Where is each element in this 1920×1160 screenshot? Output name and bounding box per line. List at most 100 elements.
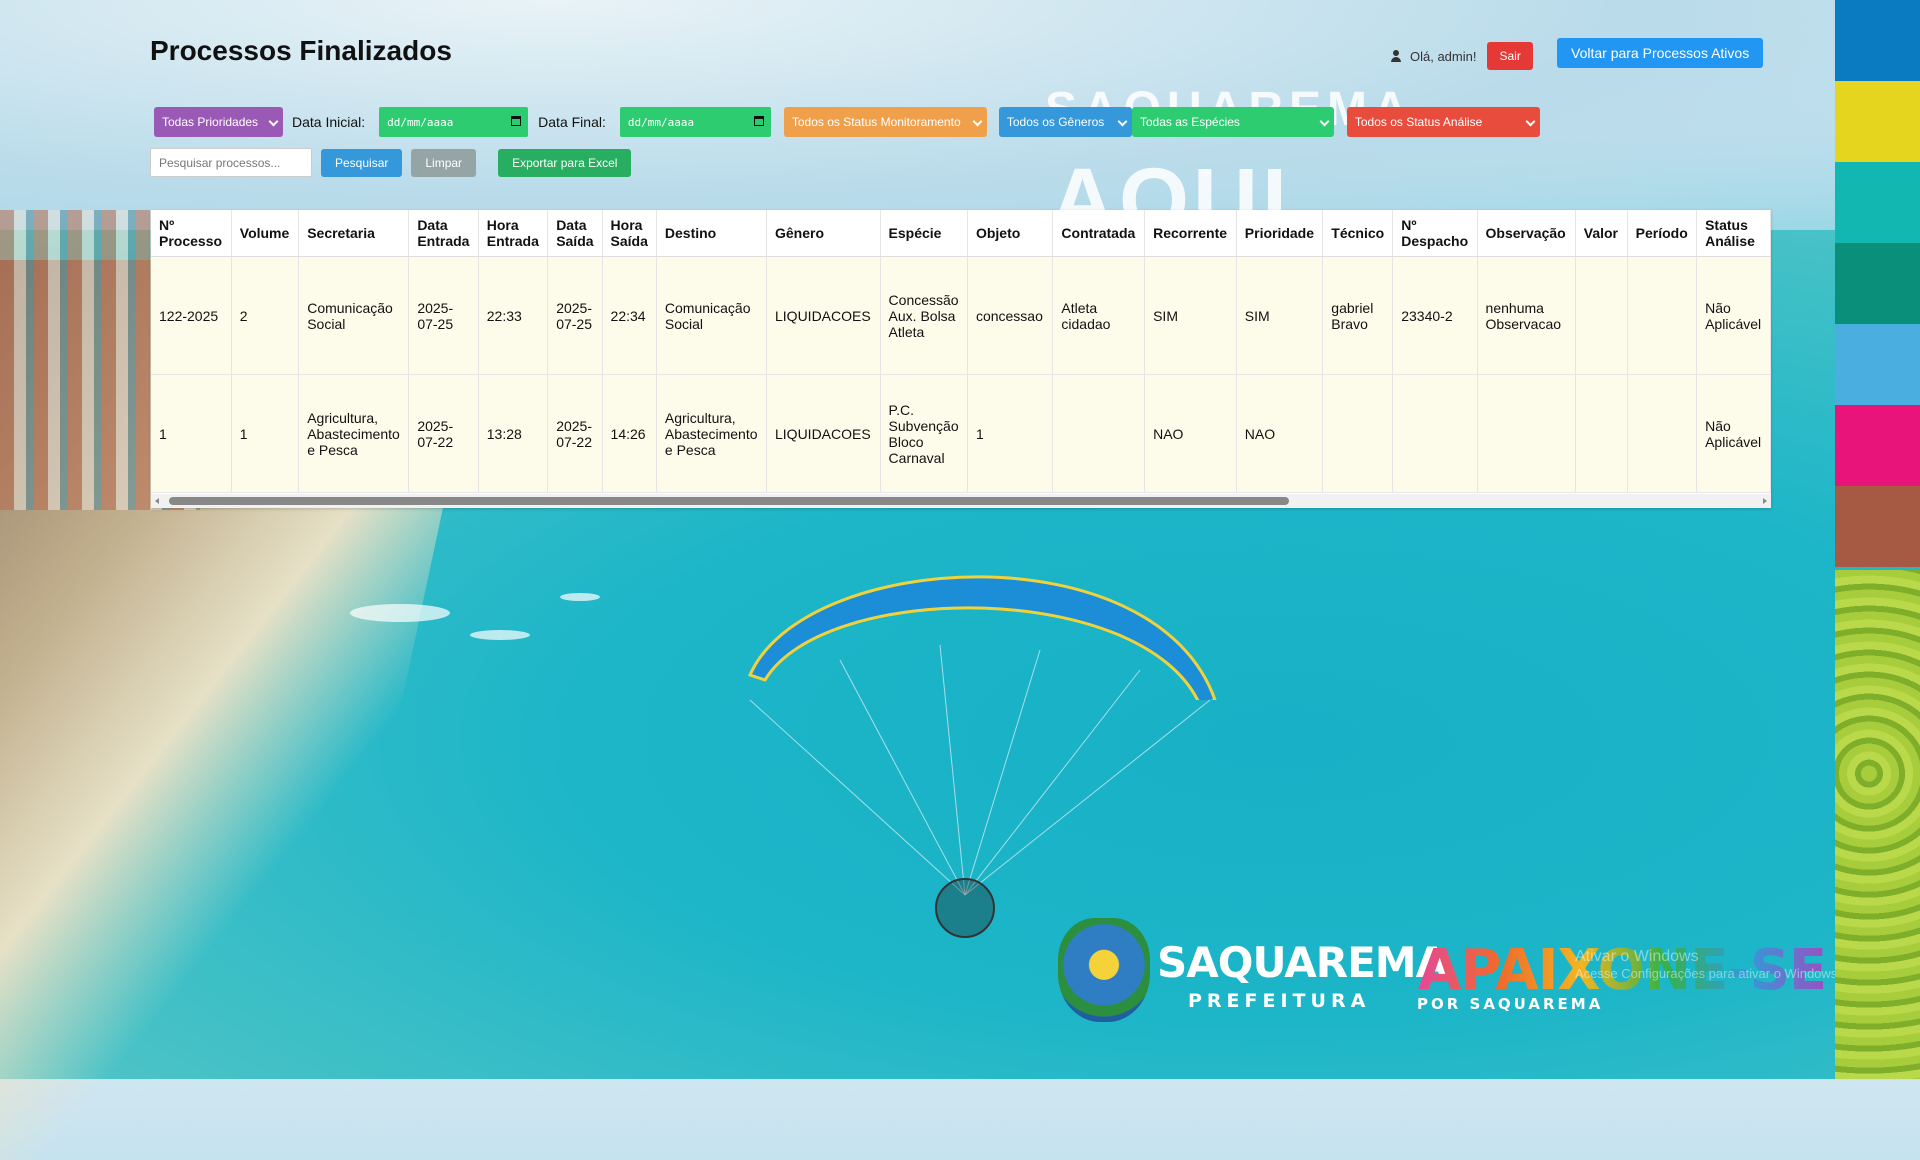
wave-foam	[350, 604, 450, 622]
processes-table: Nº Processo Volume Secretaria Data Entra…	[151, 210, 1771, 493]
table-cell: Agricultura, Abastecimento e Pesca	[656, 374, 768, 493]
analysis-status-select[interactable]: Todos os Status Análise	[1346, 107, 1540, 137]
table-cell: Não Aplicável	[1696, 256, 1771, 375]
user-greeting: Olá, admin!	[1410, 48, 1477, 64]
col-header: Observação	[1477, 210, 1576, 257]
table-cell: SIM	[1144, 256, 1237, 375]
table-cell: NAO	[1236, 374, 1324, 493]
end-date-value: dd/mm/aaaa	[627, 115, 695, 129]
start-date-input[interactable]: dd/mm/aaaa	[379, 107, 529, 137]
user-area: Olá, admin! Sair	[1390, 42, 1533, 70]
search-bar: Pesquisar processos... Pesquisar Limpar …	[150, 148, 632, 177]
strip-block	[1835, 486, 1920, 567]
col-header: Data Saída	[547, 210, 603, 257]
horizontal-scrollbar[interactable]	[151, 494, 1771, 508]
decorative-pattern	[1835, 570, 1920, 1079]
col-header: Secretaria	[298, 210, 410, 257]
table-cell: 22:34	[602, 256, 657, 375]
table-cell: LIQUIDACOES	[766, 256, 881, 375]
col-header: Hora Saída	[602, 210, 657, 257]
genres-select[interactable]: Todos os Gêneros	[998, 107, 1132, 137]
table-cell: Atleta cidadao	[1052, 256, 1146, 375]
col-header: Data Entrada	[408, 210, 479, 257]
table-cell: 2025-07-22	[547, 374, 603, 493]
col-header: Gênero	[766, 210, 881, 257]
prefeitura-seal-logo	[1058, 918, 1150, 1022]
table-cell: SIM	[1236, 256, 1324, 375]
table-cell	[1575, 374, 1628, 493]
table-cell: 2	[231, 256, 300, 375]
col-header: Prioridade	[1236, 210, 1324, 257]
export-excel-button[interactable]: Exportar para Excel	[498, 148, 632, 177]
search-button[interactable]: Pesquisar	[321, 148, 403, 177]
col-header: Valor	[1575, 210, 1628, 257]
col-header: Espécie	[880, 210, 968, 257]
calendar-icon[interactable]	[511, 116, 522, 126]
col-header: Destino	[656, 210, 768, 257]
col-header: Contratada	[1052, 210, 1146, 257]
page-title: Processos Finalizados	[150, 35, 452, 66]
chevron-down-icon	[268, 116, 279, 127]
end-date-input[interactable]: dd/mm/aaaa	[619, 107, 771, 137]
strip-block	[1835, 324, 1920, 405]
end-date-label: Data Final:	[538, 114, 606, 130]
table-cell: 122-2025	[151, 256, 232, 375]
species-select-value: Todas as Espécies	[1139, 115, 1240, 129]
table-cell: LIQUIDACOES	[766, 374, 881, 493]
table-row[interactable]: 122-2025 2 Comunicação Social 2025-07-25…	[151, 256, 1771, 375]
chevron-down-icon	[1319, 116, 1330, 127]
table-cell: Agricultura, Abastecimento e Pesca	[298, 374, 410, 493]
windows-activation-watermark: Ativar o Windows Acesse Configurações pa…	[1575, 948, 1841, 981]
table-header-row: Nº Processo Volume Secretaria Data Entra…	[151, 210, 1771, 257]
priority-select[interactable]: Todas Prioridades	[154, 107, 283, 137]
table-cell: P.C. Subvenção Bloco Carnaval	[880, 374, 968, 493]
table-cell: gabriel Bravo	[1322, 256, 1394, 375]
table-row[interactable]: 1 1 Agricultura, Abastecimento e Pesca 2…	[151, 374, 1771, 493]
col-header: Volume	[231, 210, 300, 257]
monitoring-status-value: Todos os Status Monitoramento	[791, 115, 961, 129]
table-cell	[1477, 374, 1576, 493]
table-cell: nenhuma Observacao	[1477, 256, 1576, 375]
col-header: Nº Despacho	[1392, 210, 1478, 257]
table-cell	[1392, 374, 1478, 493]
table-cell: Concessão Aux. Bolsa Atleta	[880, 256, 968, 375]
table-cell: 2025-07-22	[408, 374, 479, 493]
table-cell: 2025-07-25	[547, 256, 603, 375]
clear-button[interactable]: Limpar	[411, 148, 477, 177]
calendar-icon[interactable]	[753, 116, 764, 126]
col-header: Nº Processo	[151, 210, 232, 257]
user-icon	[1390, 50, 1402, 62]
table-cell: 1	[967, 374, 1054, 493]
species-select[interactable]: Todas as Espécies	[1131, 107, 1334, 137]
table-cell	[1627, 256, 1698, 375]
strip-block	[1835, 0, 1920, 81]
scroll-right-icon[interactable]	[1763, 498, 1767, 504]
start-date-label: Data Inicial:	[292, 114, 366, 130]
scroll-left-icon[interactable]	[155, 498, 159, 504]
table-cell: 1	[151, 374, 232, 493]
chevron-down-icon	[1117, 116, 1128, 127]
table-cell: 22:33	[478, 256, 549, 375]
table-cell	[1322, 374, 1394, 493]
strip-block	[1835, 81, 1920, 162]
col-header: Hora Entrada	[478, 210, 549, 257]
wave-foam	[470, 630, 530, 640]
paraglider-lines	[749, 644, 1211, 896]
col-header: Status Análise	[1696, 210, 1771, 257]
scrollbar-thumb[interactable]	[169, 497, 1289, 505]
table-cell: 1	[231, 374, 300, 493]
monitoring-status-select[interactable]: Todos os Status Monitoramento	[783, 107, 987, 137]
table-cell	[1575, 256, 1628, 375]
search-input[interactable]: Pesquisar processos...	[150, 148, 312, 177]
table-cell: 2025-07-25	[408, 256, 479, 375]
wave-foam	[560, 593, 600, 601]
chevron-down-icon	[1525, 116, 1536, 127]
table-cell: NAO	[1144, 374, 1237, 493]
analysis-status-value: Todos os Status Análise	[1354, 115, 1483, 129]
back-to-active-button[interactable]: Voltar para Processos Ativos	[1557, 38, 1764, 68]
table-cell: 13:28	[478, 374, 549, 493]
logout-button[interactable]: Sair	[1487, 42, 1533, 70]
table-cell	[1052, 374, 1146, 493]
paraglider-pilot	[935, 878, 995, 938]
strip-block	[1835, 405, 1920, 486]
